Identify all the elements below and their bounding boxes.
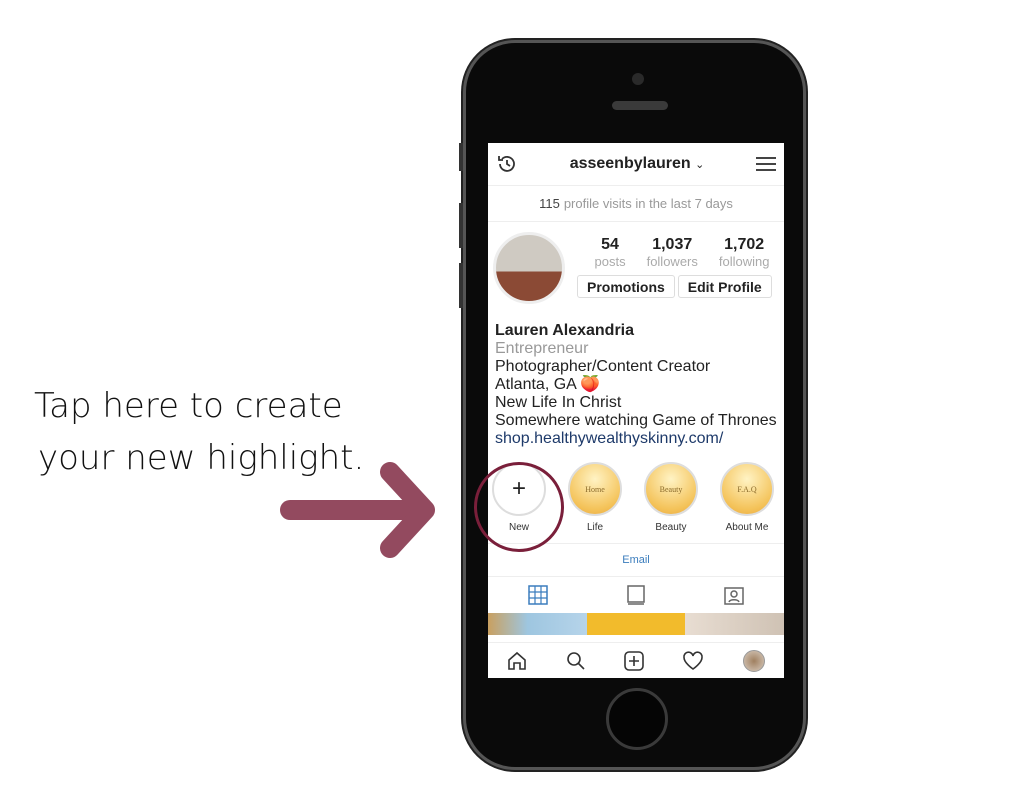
highlight-callout-circle xyxy=(474,462,564,552)
visits-count: 115 xyxy=(539,196,560,211)
feed-icon[interactable] xyxy=(627,585,645,605)
stat-value: 1,702 xyxy=(724,236,765,253)
instagram-profile-screen: asseenbylauren ⌄ 115 profile visits in th… xyxy=(488,143,784,678)
content-tabs xyxy=(488,577,784,613)
highlight-label: About Me xyxy=(725,522,769,533)
stat-label: following xyxy=(718,254,770,269)
caption-line-1: Tap here to create xyxy=(34,386,343,426)
bio-link[interactable]: shop.healthywealthyskinny.com/ xyxy=(495,430,777,448)
grid-icon[interactable] xyxy=(527,585,548,605)
bio-line: New Life In Christ xyxy=(495,394,622,411)
profile-stats: 54 posts 1,037 followers 1,702 following xyxy=(584,236,780,269)
display-name: Lauren Alexandria xyxy=(495,322,635,339)
bio-line: Atlanta, GA 🍑 xyxy=(495,376,601,393)
stat-following[interactable]: 1,702 following xyxy=(719,236,770,269)
bio-line: Somewhere watching Game of Thrones xyxy=(495,412,777,429)
heart-icon[interactable] xyxy=(682,650,704,671)
camera-icon xyxy=(632,73,644,85)
edit-profile-button[interactable]: Edit Profile xyxy=(677,275,772,298)
username-dropdown[interactable]: asseenbylauren ⌄ xyxy=(570,155,705,173)
history-icon[interactable] xyxy=(496,153,518,175)
highlight-cover: Beauty xyxy=(644,462,698,516)
stat-label: posts xyxy=(594,254,626,269)
highlight-label: Life xyxy=(586,522,604,533)
arrow-icon xyxy=(280,462,435,558)
highlight-cover: F.A.Q xyxy=(720,462,774,516)
post-thumb[interactable] xyxy=(685,613,784,635)
profile-visits[interactable]: 115 profile visits in the last 7 days xyxy=(488,186,784,222)
tagged-icon[interactable] xyxy=(724,585,745,605)
stat-label: followers xyxy=(646,254,698,269)
post-thumb[interactable] xyxy=(488,613,587,635)
stat-value: 54 xyxy=(601,236,619,253)
profile-avatar[interactable] xyxy=(742,649,765,672)
bio-line: Photographer/Content Creator xyxy=(495,358,711,375)
category: Entrepreneur xyxy=(495,340,589,357)
add-icon[interactable] xyxy=(624,650,644,671)
home-icon[interactable] xyxy=(507,651,527,671)
avatar[interactable] xyxy=(493,232,565,304)
bottom-nav xyxy=(488,642,784,678)
visits-text: profile visits in the last 7 days xyxy=(563,196,733,211)
highlight-beauty[interactable]: Beauty Beauty xyxy=(638,462,704,543)
top-bar: asseenbylauren ⌄ xyxy=(488,143,784,186)
stat-posts[interactable]: 54 posts xyxy=(595,236,626,269)
post-grid xyxy=(488,613,784,635)
highlight-life[interactable]: Home Life xyxy=(562,462,628,543)
search-icon[interactable] xyxy=(566,651,586,671)
post-thumb[interactable] xyxy=(586,613,686,635)
chevron-down-icon: ⌄ xyxy=(695,159,705,171)
menu-icon[interactable] xyxy=(756,155,776,173)
username: asseenbylauren xyxy=(569,155,691,172)
speaker xyxy=(612,101,668,110)
highlight-cover: Home xyxy=(568,462,622,516)
promotions-button[interactable]: Promotions xyxy=(577,275,675,298)
home-button[interactable] xyxy=(606,688,668,750)
stat-value: 1,037 xyxy=(652,236,693,253)
highlight-label: Beauty xyxy=(655,522,687,533)
highlight-about-me[interactable]: F.A.Q About Me xyxy=(714,462,780,543)
stat-followers[interactable]: 1,037 followers xyxy=(647,236,698,269)
bio: Lauren Alexandria Entrepreneur Photograp… xyxy=(488,318,784,452)
